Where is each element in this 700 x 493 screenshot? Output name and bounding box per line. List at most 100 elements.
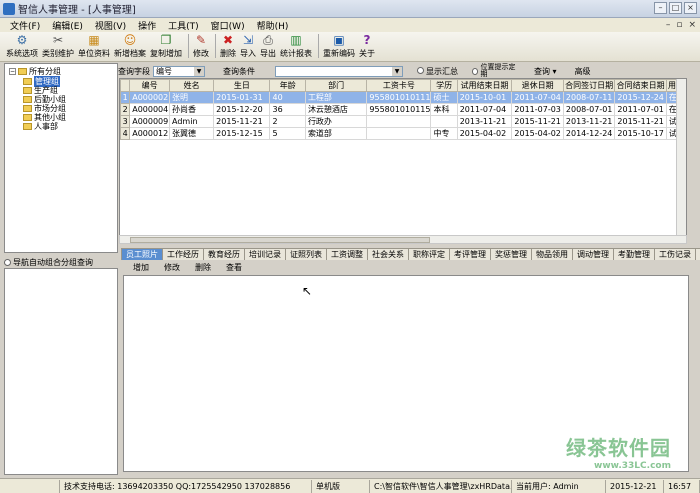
table-row[interactable]: 2 A000004 孙尚香 2015-12-20 36 沐云憩酒店 955801… [120, 103, 686, 116]
title-bar: 智信人事管理 - [人事管理] – □ × [0, 0, 700, 18]
tab-payroll[interactable]: 薪资 [695, 248, 700, 260]
import-button[interactable]: ⇲ 导入 [240, 33, 256, 61]
close-button[interactable]: × [684, 2, 697, 14]
grid-vertical-scrollbar[interactable] [676, 79, 686, 242]
building-icon: ▦ [88, 33, 100, 47]
add-record-button[interactable]: ☺ 新增档案 [114, 33, 146, 61]
tab-items[interactable]: 物品领用 [531, 248, 573, 260]
menu-file[interactable]: 文件(F) [10, 19, 40, 32]
toolbar-separator [318, 34, 319, 58]
tab-work-history[interactable]: 工作经历 [162, 248, 204, 260]
mdi-close-button[interactable]: × [688, 20, 696, 30]
column-header[interactable]: 姓名 [169, 79, 215, 92]
column-header[interactable]: 退休日期 [511, 79, 564, 92]
column-header[interactable]: 部门 [304, 79, 368, 92]
query-button[interactable]: 查询 ▾ [534, 66, 557, 77]
edit-button[interactable]: ✎ 修改 [193, 33, 209, 61]
query-condition-select[interactable]: ▼ [275, 65, 403, 77]
folder-icon [23, 114, 32, 121]
minimize-button[interactable]: – [654, 2, 667, 14]
query-field-label: 查询字段 [118, 66, 150, 76]
detail-view-button[interactable]: 查看 [226, 262, 242, 273]
menu-operate[interactable]: 操作 [138, 19, 156, 32]
tab-attendance[interactable]: 考勤管理 [613, 248, 655, 260]
query-condition-label: 查询条件 [223, 66, 255, 76]
column-header[interactable]: 生日 [213, 79, 271, 92]
tab-evaluation[interactable]: 考评管理 [449, 248, 491, 260]
menu-view[interactable]: 视图(V) [95, 19, 126, 32]
toolbar-separator [188, 34, 189, 58]
tab-education[interactable]: 教育经历 [203, 248, 245, 260]
menu-tools[interactable]: 工具(T) [168, 19, 199, 32]
advanced-button[interactable]: 高级 [575, 66, 591, 77]
status-time: 16:57 [664, 479, 700, 493]
detail-delete-button[interactable]: 删除 [195, 262, 211, 273]
system-options-button[interactable]: ⚙ 系统选项 [6, 33, 38, 61]
folder-icon [23, 87, 32, 94]
help-icon: ? [363, 33, 371, 47]
row-number-header [120, 79, 131, 92]
group-tree: − 所有分组 管理组 生产组 后勤小组 市场分组 其他小组 人事部 [4, 63, 118, 253]
tab-injury[interactable]: 工伤记录 [654, 248, 696, 260]
window-title: 智信人事管理 - [人事管理] [18, 5, 136, 16]
category-maintain-button[interactable]: ✂ 类别维护 [42, 33, 74, 61]
recode-button[interactable]: ▣ 重新编码 [323, 33, 355, 61]
folder-icon [23, 123, 32, 130]
scrollbar-thumb[interactable] [130, 237, 430, 243]
table-row[interactable]: 1 A000002 张明 2015-01-31 40 工程部 955801010… [120, 91, 686, 104]
statistics-report-button[interactable]: ▥ 统计报表 [280, 33, 312, 61]
unit-info-button[interactable]: ▦ 单位资料 [78, 33, 110, 61]
column-header[interactable]: 年龄 [269, 79, 306, 92]
table-row[interactable]: 3 A000009 Admin 2015-11-21 2 行政办 2013-11… [120, 115, 686, 128]
status-user: 当前用户: Admin [512, 479, 606, 493]
status-path: C:\智信软件\智信人事管理\zxHRData.sys [370, 479, 512, 493]
column-header[interactable]: 学历 [430, 79, 458, 92]
detail-edit-button[interactable]: 修改 [164, 262, 180, 273]
tab-salary-adjust[interactable]: 工资调整 [326, 248, 368, 260]
folder-icon [23, 105, 32, 112]
menu-help[interactable]: 帮助(H) [257, 19, 289, 32]
report-icon: ▥ [290, 33, 302, 47]
export-button[interactable]: ⎙ 导出 [260, 33, 276, 61]
employee-grid: 编号 姓名 生日 年龄 部门 工资卡号 学历 试用结束日期 退休日期 合同签订日… [119, 78, 687, 243]
export-icon: ⎙ [263, 32, 273, 47]
nav-panel [4, 268, 118, 475]
nav-toggle-icon[interactable] [4, 258, 11, 266]
column-header[interactable]: 工资卡号 [366, 79, 432, 92]
tab-relations[interactable]: 社会关系 [367, 248, 409, 260]
copy-icon: ❐ [160, 33, 172, 47]
summary-radio[interactable]: 显示汇总 [417, 66, 458, 77]
delete-button[interactable]: ✖ 删除 [220, 33, 236, 61]
menu-edit[interactable]: 编辑(E) [52, 19, 83, 32]
folder-icon [23, 96, 32, 103]
grid-horizontal-scrollbar[interactable] [119, 235, 687, 244]
tab-rewards[interactable]: 奖惩管理 [490, 248, 532, 260]
tab-training[interactable]: 培训记录 [244, 248, 286, 260]
delete-icon: ✖ [222, 33, 234, 47]
position-radio[interactable]: 位置提示定期 [472, 64, 518, 78]
folder-icon [23, 78, 32, 85]
row-number: 4 [120, 127, 131, 140]
about-button[interactable]: ? 关于 [359, 33, 375, 61]
tab-photo[interactable]: 员工照片 [121, 248, 163, 260]
mdi-minimize-button[interactable]: – [666, 20, 671, 30]
tab-certificates[interactable]: 证照列表 [285, 248, 327, 260]
query-field-select[interactable]: 编号 ▼ [153, 65, 205, 77]
column-header[interactable]: 合同结束日期 [614, 79, 667, 92]
tree-item[interactable]: 人事部 [23, 121, 58, 132]
detail-add-button[interactable]: 增加 [133, 262, 149, 273]
chevron-down-icon: ▼ [392, 66, 402, 76]
maximize-button[interactable]: □ [669, 2, 682, 14]
table-row[interactable]: 4 A000012 张翼德 2015-12-15 5 索道部 中专 2015-0… [120, 127, 686, 140]
column-header[interactable]: 试用结束日期 [456, 79, 513, 92]
recode-icon: ▣ [333, 33, 345, 47]
tab-title-review[interactable]: 职称评定 [408, 248, 450, 260]
mdi-restore-button[interactable]: ▫ [676, 20, 682, 30]
toolbar-separator [215, 34, 216, 58]
column-header[interactable]: 编号 [129, 79, 171, 92]
column-header[interactable]: 合同签订日期 [562, 79, 616, 92]
tab-transfer[interactable]: 调动管理 [572, 248, 614, 260]
menu-window[interactable]: 窗口(W) [211, 19, 245, 32]
copy-add-button[interactable]: ❐ 复制增加 [150, 33, 182, 61]
collapse-icon[interactable]: − [9, 68, 16, 75]
